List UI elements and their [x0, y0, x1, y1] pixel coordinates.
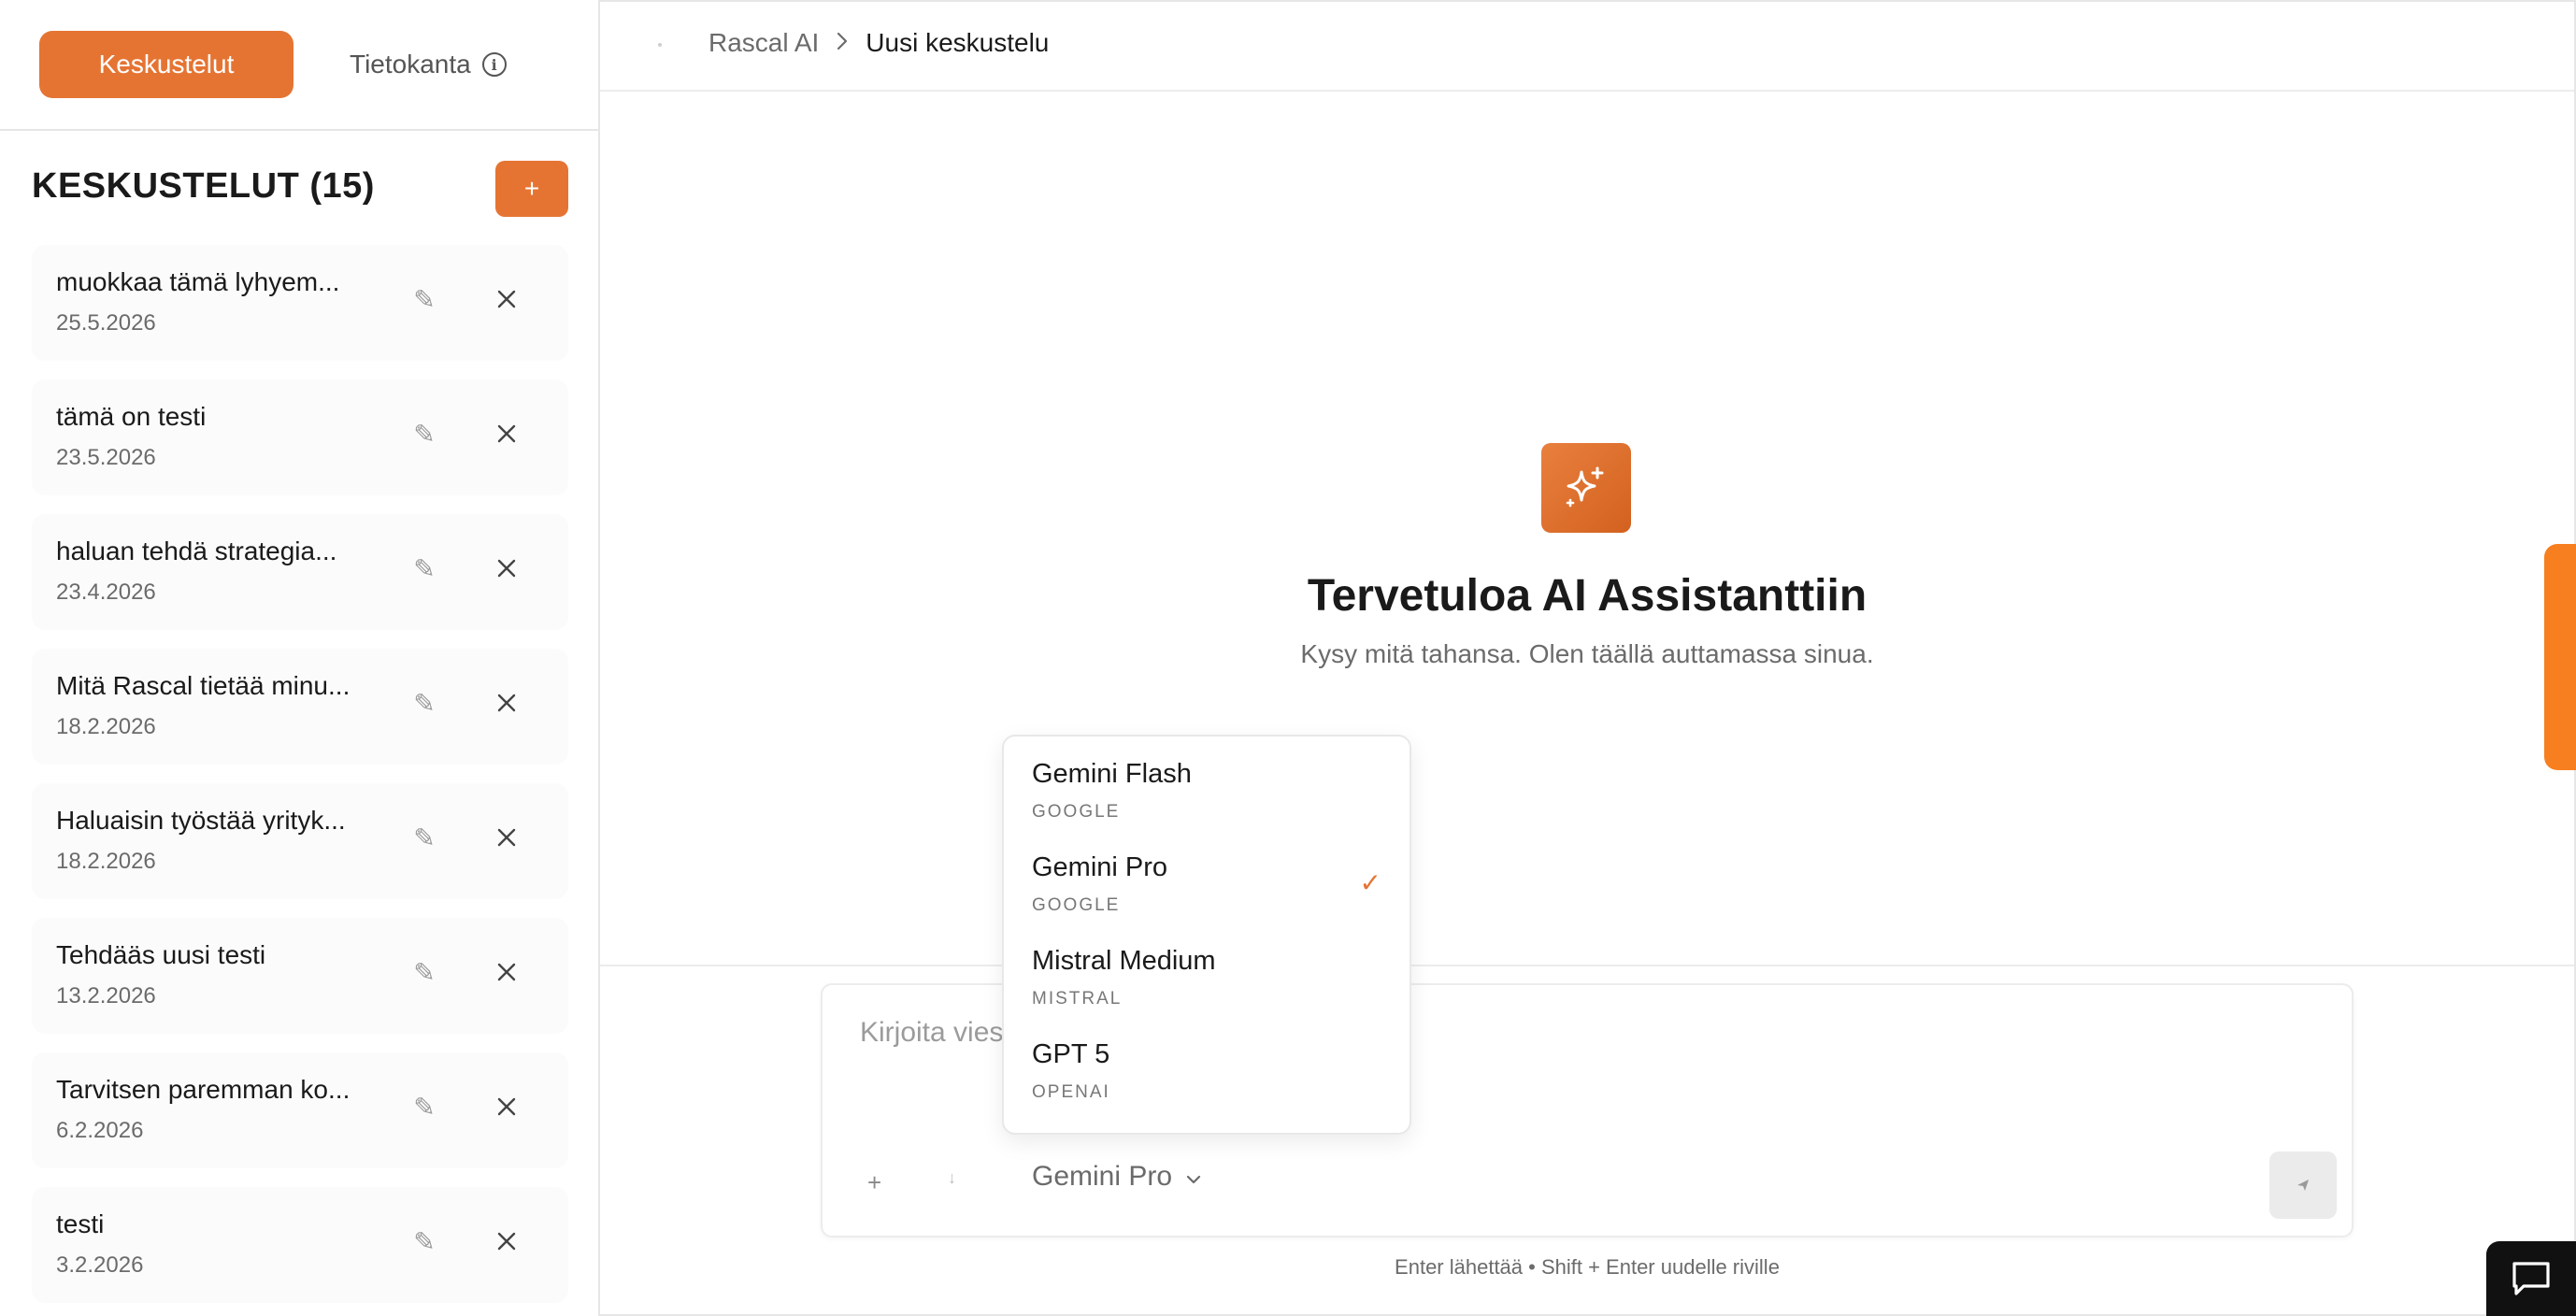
conversation-date: 3.2.2026 [56, 1252, 144, 1278]
conversation-list: muokkaa tämä lyhyem... 25.5.2026 ✎ tämä … [32, 245, 568, 1316]
sidebar-toggle-icon[interactable] [658, 43, 662, 47]
model-select[interactable]: Gemini Pro [1032, 1161, 1202, 1193]
model-option-name: GPT 5 [1032, 1039, 1110, 1069]
close-icon[interactable] [488, 280, 525, 318]
info-icon: i [481, 52, 507, 77]
conversation-item[interactable]: testi 3.2.2026 ✎ [32, 1187, 568, 1303]
welcome-title: Tervetuloa AI Assistanttiin [1307, 571, 1868, 621]
tab-keskustelut[interactable]: Keskustelut [39, 31, 293, 98]
composer-hint: Enter lähettää • Shift + Enter uudelle r… [1395, 1255, 1780, 1279]
conversation-item[interactable]: Tehdääs uusi testi 13.2.2026 ✎ [32, 918, 568, 1034]
conversation-title: Mitä Rascal tietää minu... [56, 671, 351, 700]
conversation-item[interactable]: muokkaa tämä lyhyem... 25.5.2026 ✎ [32, 245, 568, 361]
close-icon[interactable] [488, 415, 525, 452]
conversation-title: muokkaa tämä lyhyem... [56, 267, 340, 296]
download-button[interactable]: ↓ [948, 1168, 956, 1188]
welcome-subtitle: Kysy mitä tahansa. Olen täällä auttamass… [1300, 639, 1874, 668]
sidebar: Keskustelut Tietokanta i KESKUSTELUT (15… [0, 0, 600, 1316]
close-icon[interactable] [488, 1088, 525, 1125]
conversation-list-title: KESKUSTELUT (15) [32, 166, 375, 206]
close-icon[interactable] [488, 819, 525, 856]
feedback-side-tab[interactable] [2544, 544, 2576, 770]
pencil-icon[interactable]: ✎ [406, 953, 443, 991]
close-icon[interactable] [488, 684, 525, 722]
conversation-date: 25.5.2026 [56, 310, 156, 336]
chat-widget-button[interactable] [2486, 1241, 2576, 1316]
sidebar-tabs: Keskustelut Tietokanta i [0, 0, 598, 131]
conversation-date: 13.2.2026 [56, 983, 156, 1008]
model-option[interactable]: Gemini Pro GOOGLE ✓ [1004, 830, 1410, 923]
conversation-title: testi [56, 1209, 105, 1238]
model-option-name: Gemini Flash [1032, 759, 1192, 789]
close-icon[interactable] [488, 550, 525, 587]
model-option-name: Mistral Medium [1032, 946, 1216, 976]
send-icon [2297, 1180, 2309, 1191]
pencil-icon[interactable]: ✎ [406, 1088, 443, 1125]
conversation-date: 18.2.2026 [56, 849, 156, 874]
chevron-down-icon [1185, 1161, 1202, 1193]
check-icon: ✓ [1359, 868, 1381, 897]
close-icon[interactable] [488, 1223, 525, 1260]
main-panel: Rascal AI Uusi keskustelu Tervetuloa AI … [600, 0, 2576, 1316]
chevron-right-icon [836, 29, 849, 58]
conversation-date: 6.2.2026 [56, 1118, 144, 1143]
attach-button[interactable]: + [867, 1168, 881, 1197]
breadcrumb: Rascal AI Uusi keskustelu [708, 28, 1049, 58]
message-input[interactable]: Kirjoita vies [860, 1017, 1003, 1049]
model-option[interactable]: Mistral Medium MISTRAL [1004, 923, 1410, 1017]
pencil-icon[interactable]: ✎ [406, 819, 443, 856]
breadcrumb-root[interactable]: Rascal AI [708, 28, 819, 58]
model-option-provider: GOOGLE [1032, 802, 1121, 822]
tab-tietokanta[interactable]: Tietokanta i [350, 31, 507, 98]
send-button[interactable] [2269, 1152, 2337, 1219]
tab-tietokanta-label: Tietokanta [350, 50, 471, 79]
new-conversation-button[interactable]: + [495, 161, 568, 217]
pencil-icon[interactable]: ✎ [406, 550, 443, 587]
conversation-item[interactable]: Haluaisin työstää yrityk... 18.2.2026 ✎ [32, 783, 568, 899]
pencil-icon[interactable]: ✎ [406, 280, 443, 318]
composer-divider [600, 965, 2574, 966]
sparkle-icon [1541, 443, 1631, 533]
conversation-title: haluan tehdä strategia... [56, 536, 337, 565]
conversation-item[interactable]: Mitä Rascal tietää minu... 18.2.2026 ✎ [32, 649, 568, 765]
conversation-date: 18.2.2026 [56, 714, 156, 739]
model-option-name: Gemini Pro [1032, 852, 1168, 882]
pencil-icon[interactable]: ✎ [406, 684, 443, 722]
model-option-provider: OPENAI [1032, 1082, 1110, 1102]
conversation-list-header: KESKUSTELUT (15) + [32, 161, 568, 217]
conversation-title: tämä on testi [56, 402, 207, 431]
conversation-item[interactable]: tämä on testi 23.5.2026 ✎ [32, 379, 568, 495]
pencil-icon[interactable]: ✎ [406, 1223, 443, 1260]
conversation-date: 23.5.2026 [56, 445, 156, 470]
model-option-provider: MISTRAL [1032, 989, 1123, 1008]
model-option[interactable]: Gemini Flash GOOGLE [1004, 737, 1410, 830]
chat-bubble-icon [2512, 1262, 2550, 1295]
conversation-title: Haluaisin työstää yrityk... [56, 806, 346, 835]
conversation-title: Tehdääs uusi testi [56, 940, 266, 969]
conversation-date: 23.4.2026 [56, 579, 156, 605]
conversation-item[interactable]: haluan tehdä strategia... 23.4.2026 ✎ [32, 514, 568, 630]
conversation-title: Tarvitsen paremman ko... [56, 1075, 351, 1104]
pencil-icon[interactable]: ✎ [406, 415, 443, 452]
model-select-value: Gemini Pro [1032, 1161, 1173, 1192]
model-option-provider: GOOGLE [1032, 895, 1121, 915]
conversation-item[interactable]: Tarvitsen paremman ko... 6.2.2026 ✎ [32, 1052, 568, 1168]
model-dropdown: Gemini Flash GOOGLE Gemini Pro GOOGLE ✓ … [1002, 735, 1411, 1135]
model-option[interactable]: GPT 5 OPENAI [1004, 1017, 1410, 1110]
top-bar: Rascal AI Uusi keskustelu [600, 0, 2574, 92]
breadcrumb-current: Uusi keskustelu [866, 28, 1050, 57]
close-icon[interactable] [488, 953, 525, 991]
